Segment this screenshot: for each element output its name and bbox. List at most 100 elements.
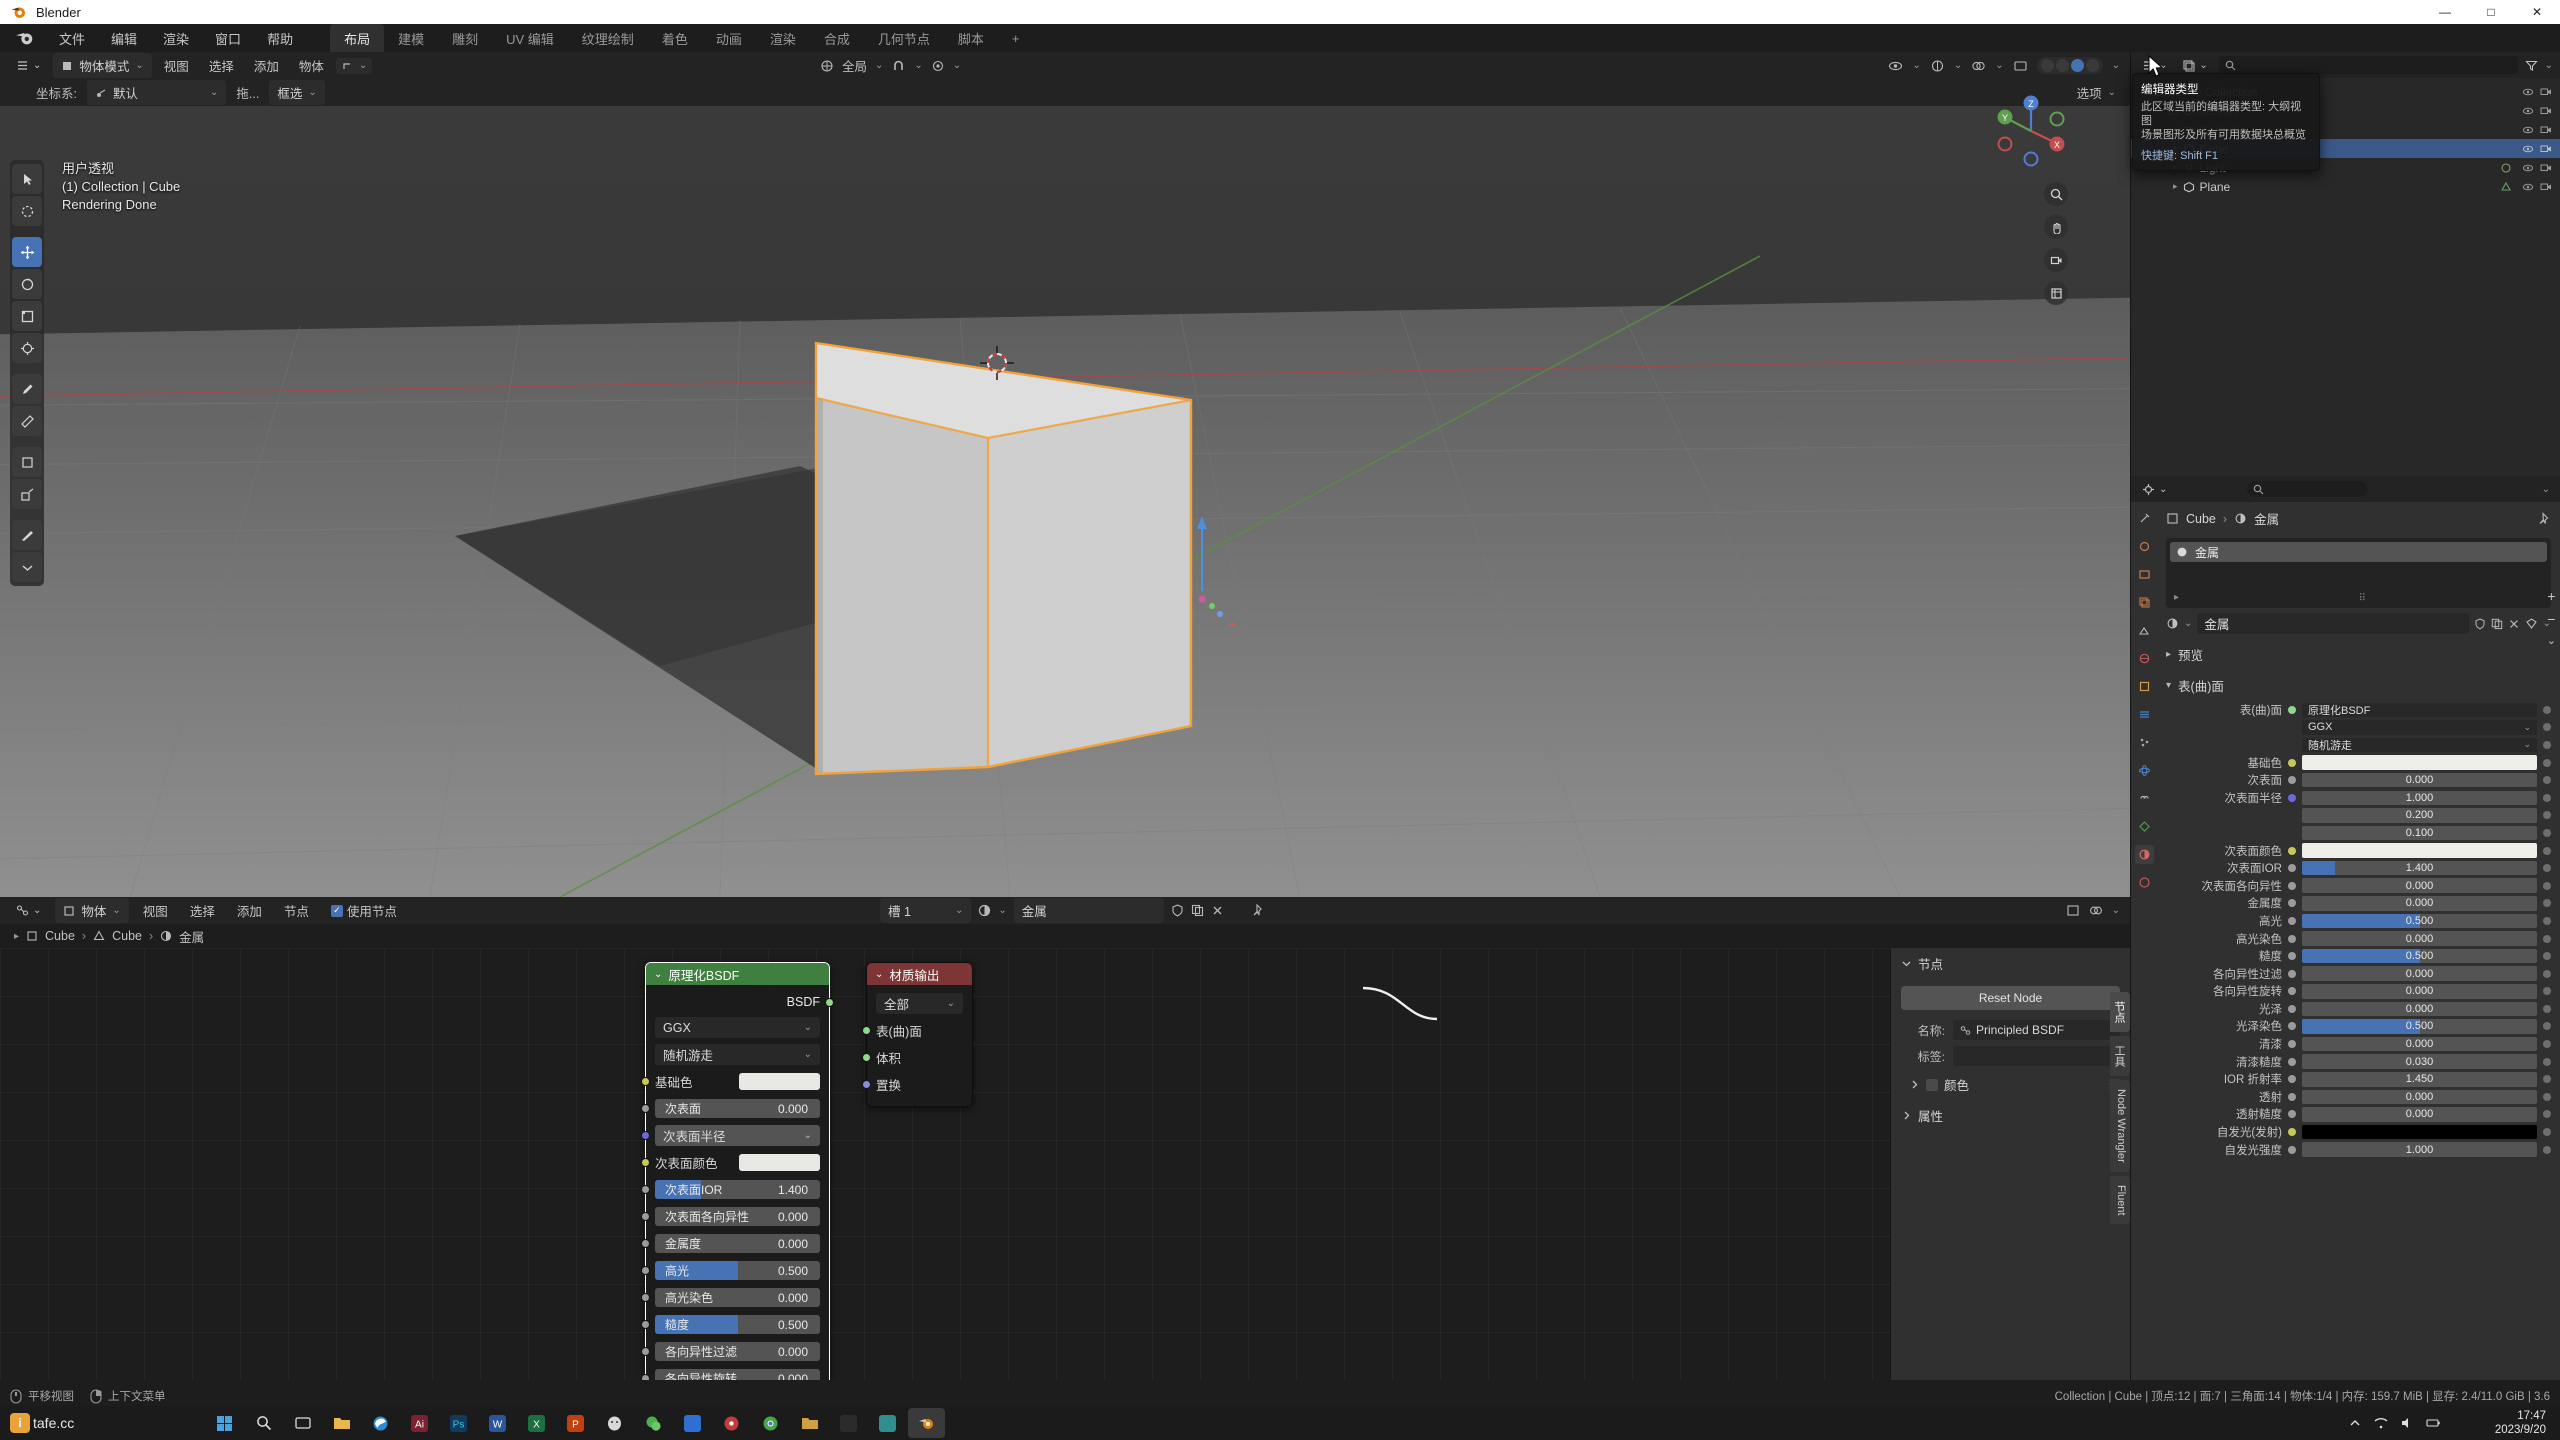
menu-item-file[interactable]: 文件	[46, 26, 98, 51]
node-row-subsurface-ior[interactable]: 次表面IOR 1.400	[641, 1176, 829, 1203]
socket-dot-transmission[interactable]	[2288, 1092, 2296, 1101]
eye-icon-1[interactable]	[2522, 105, 2534, 117]
shield-icon[interactable]	[1171, 904, 1184, 917]
taskbar-app-teal[interactable]	[869, 1408, 906, 1438]
camera-render-icon-2[interactable]	[2540, 124, 2552, 136]
tool-more[interactable]	[12, 552, 42, 582]
node-dropdown-subsurface-method[interactable]: 随机游走 ⌄	[646, 1041, 829, 1068]
camera-view-icon[interactable]	[2044, 248, 2068, 272]
node-row-metallic[interactable]: 金属度 0.000	[641, 1230, 829, 1257]
color-swatch-subsurface-color[interactable]	[2302, 843, 2537, 858]
add-slot-button[interactable]: +	[2547, 588, 2555, 604]
taskbar-app-blender[interactable]	[908, 1408, 945, 1438]
material-browse-icon[interactable]	[978, 904, 991, 917]
node-principled-bsdf[interactable]: ⌄ 原理化BSDF BSDF GGX ⌄ 随机游走 ⌄ 基础色 次表面 0.00…	[641, 962, 834, 1380]
animate-dot-subsurface-anisotropy[interactable]	[2543, 881, 2551, 890]
animate-dot-subsurface-ior[interactable]	[2543, 864, 2551, 873]
animate-dot-roughness[interactable]	[2543, 952, 2551, 961]
filter-icon[interactable]	[2524, 59, 2538, 72]
sidebar-tab-node-wrangler[interactable]: Node Wrangler	[2110, 1080, 2130, 1172]
socket-dot-emission-strength[interactable]	[2288, 1145, 2296, 1154]
animate-dot-emission[interactable]	[2543, 1128, 2551, 1137]
animate-dot-clearcoat[interactable]	[2543, 1040, 2551, 1049]
eye-icon-2[interactable]	[2522, 124, 2534, 136]
tab-animation[interactable]: 动画	[702, 24, 756, 53]
prop-tab-object[interactable]	[2135, 677, 2154, 696]
taskbar-explorer[interactable]	[323, 1408, 360, 1438]
camera-render-icon-4[interactable]	[2540, 162, 2552, 174]
prop-tab-constraints[interactable]	[2135, 789, 2154, 808]
socket-dot-anisotropic[interactable]	[2288, 969, 2296, 978]
viewport-menu-select[interactable]: 选择	[201, 54, 242, 77]
prop-tab-output[interactable]	[2135, 565, 2154, 584]
socket-anisotropic-rotation[interactable]	[641, 1374, 650, 1380]
node-dropdown-distribution[interactable]: GGX ⌄	[646, 1014, 829, 1041]
node-row-specular[interactable]: 高光 0.500	[641, 1257, 829, 1284]
socket-dot-subsurface[interactable]	[2288, 776, 2296, 785]
animate-dot-ior[interactable]	[2543, 1075, 2551, 1084]
viewport-canvas[interactable]	[0, 106, 2130, 897]
material-slot-row[interactable]: 金属	[2170, 542, 2547, 562]
prop-row-subsurface-radius[interactable]: 次表面半径 1.000	[2157, 789, 2560, 807]
fake-user-shield-icon[interactable]	[2474, 617, 2486, 630]
close-x-icon[interactable]	[1211, 904, 1224, 917]
animate-dot-specular-tint[interactable]	[2543, 934, 2551, 943]
prop-row-subsurface[interactable]: 次表面 0.000	[2157, 771, 2560, 789]
visibility-icon[interactable]	[1888, 59, 1903, 73]
prop-row-emission-strength[interactable]: 自发光强度 1.000	[2157, 1141, 2560, 1159]
taskbar-app-dark[interactable]	[830, 1408, 867, 1438]
use-nodes-checkbox[interactable]: ✓ 使用节点	[323, 899, 405, 922]
pan-hand-icon[interactable]	[2044, 215, 2068, 239]
animate-dot-transmission[interactable]	[2543, 1092, 2551, 1101]
pin-icon-properties[interactable]	[2538, 512, 2551, 525]
prop-row-anisotropic-rotation[interactable]: 各向异性旋转 0.000	[2157, 983, 2560, 1001]
minimize-button[interactable]: —	[2422, 0, 2468, 24]
socket-dot-clearcoat[interactable]	[2288, 1040, 2296, 1049]
node-input-surface[interactable]: 表(曲)面	[862, 1017, 972, 1044]
animate-dot-distribution[interactable]	[2543, 723, 2551, 732]
prop-row-subsurface-anisotropy[interactable]: 次表面各向异性 0.000	[2157, 877, 2560, 895]
animate-dot-subsurface-color[interactable]	[2543, 846, 2551, 855]
shading-material-button[interactable]	[2070, 59, 2084, 72]
node-header-principled[interactable]: ⌄ 原理化BSDF	[646, 963, 829, 985]
prop-row-clearcoat[interactable]: 清漆 0.000	[2157, 1035, 2560, 1053]
animate-dot-base-color[interactable]	[2543, 758, 2551, 767]
copy-icon[interactable]	[1191, 904, 1204, 917]
animate-dot-transmission-roughness[interactable]	[2543, 1110, 2551, 1119]
prop-row-ior[interactable]: IOR 折射率 1.450	[2157, 1070, 2560, 1088]
tool-knife[interactable]	[12, 520, 42, 550]
taskbar-app-wechat[interactable]	[635, 1408, 672, 1438]
interaction-mode-selector[interactable]: 物体模式 ⌄	[53, 53, 152, 78]
object-gizmo-dropdown[interactable]: ⌄	[335, 57, 373, 74]
prop-row-transmission-roughness[interactable]: 透射糙度 0.000	[2157, 1106, 2560, 1124]
taskbar-app-a[interactable]: Ai	[401, 1408, 438, 1438]
color-swatch-base-color[interactable]	[2302, 755, 2537, 770]
taskbar-app-folder2[interactable]	[791, 1408, 828, 1438]
outliner-display-mode[interactable]: ⌄	[2178, 57, 2211, 74]
node-color-section[interactable]: 颜色 ☰	[1891, 1069, 2130, 1100]
socket-dot-subsurface-radius[interactable]	[2288, 793, 2296, 802]
zoom-icon[interactable]	[2044, 182, 2068, 206]
tab-sculpting[interactable]: 雕刻	[438, 24, 492, 53]
eye-icon-5[interactable]	[2522, 181, 2534, 193]
sidebar-tab-tool[interactable]: 工具	[2110, 1036, 2130, 1076]
gizmo-toggle-icon[interactable]	[1930, 59, 1945, 73]
socket-subsurface-anisotropy[interactable]	[641, 1212, 650, 1221]
shading-wireframe-button[interactable]	[2040, 59, 2054, 72]
prop-row-subsurface-color[interactable]: 次表面颜色	[2157, 842, 2560, 860]
socket-dot-subsurface-color[interactable]	[2288, 846, 2296, 855]
taskbar-app-blue[interactable]	[674, 1408, 711, 1438]
prop-tab-modifiers[interactable]	[2135, 705, 2154, 724]
sidebar-tab-fluent[interactable]: Fluent	[2110, 1175, 2130, 1225]
ortho-toggle-icon[interactable]	[2044, 281, 2068, 305]
shading-rendered-button[interactable]	[2085, 59, 2099, 72]
preview-section-header[interactable]: ▸ 预览	[2157, 639, 2560, 670]
viewport-menu-object[interactable]: 物体	[291, 54, 332, 77]
prop-tab-view-layer[interactable]	[2135, 593, 2154, 612]
tool-tweak[interactable]	[12, 164, 42, 194]
prop-row-specular[interactable]: 高光 0.500	[2157, 912, 2560, 930]
socket-specular[interactable]	[641, 1266, 650, 1275]
tray-network-icon[interactable]	[2374, 1416, 2388, 1430]
prop-row-anisotropic[interactable]: 各向异性过滤 0.000	[2157, 965, 2560, 983]
eye-icon-3[interactable]	[2522, 143, 2534, 155]
